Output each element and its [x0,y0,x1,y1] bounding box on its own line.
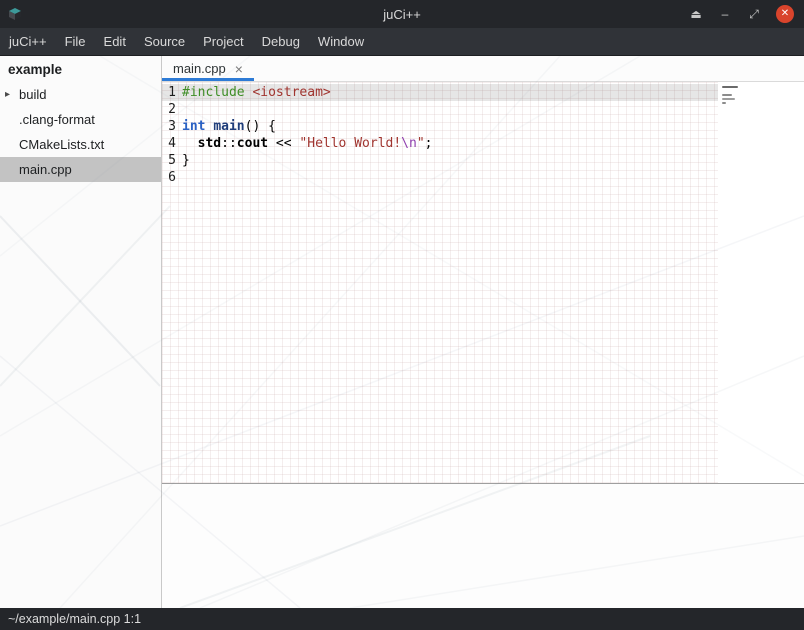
token-pl: ; [425,136,433,151]
code-line[interactable]: 1 #include <iostream> [162,84,718,101]
tree-item-label: build [17,87,46,102]
token-kw: int [182,119,205,134]
code-line[interactable]: 6 [162,169,718,186]
token-str: " [417,136,425,151]
line-number: 1 [162,84,176,101]
minimize-button[interactable]: – [718,5,732,23]
token-str: "Hello World! [299,136,401,151]
menu-file[interactable]: File [56,28,95,56]
code-line[interactable]: 2 [162,101,718,118]
token-ns: cout [237,136,268,151]
tree-item-main-cpp[interactable]: main.cpp [0,157,161,182]
code-text: int main() { [182,118,276,135]
token-pl [182,136,198,151]
token-pl: } [182,153,190,168]
menu-window[interactable]: Window [309,28,373,56]
code-line[interactable]: 4 std::cout << "Hello World!\n"; [162,135,718,152]
output-panel[interactable] [162,484,804,608]
tree-item-label: CMakeLists.txt [17,137,104,152]
token-ns: std [198,136,221,151]
titlebar[interactable]: juCi++ ⏏–⤢ ✕ [0,0,804,28]
statusbar: ~/example/main.cpp 1:1 [0,608,804,630]
window-title: juCi++ [0,7,804,22]
code-editor[interactable]: 1#include <iostream>23int main() {4 std:… [162,82,804,483]
menubar: juCi++FileEditSourceProjectDebugWindow [0,28,804,56]
token-pl: () { [245,119,276,134]
line-number: 4 [162,135,176,152]
menu-debug[interactable]: Debug [253,28,309,56]
token-pp: #include [182,85,245,100]
code-text: std::cout << "Hello World!\n"; [182,135,432,152]
line-number: 6 [162,169,176,186]
minimap-line [722,98,735,100]
code-area[interactable]: 1#include <iostream>23int main() {4 std:… [162,82,718,483]
line-number: 5 [162,152,176,169]
token-inc: <iostream> [252,85,330,100]
tree-item-label: .clang-format [17,112,95,127]
code-line[interactable]: 5} [162,152,718,169]
line-number: 3 [162,118,176,135]
token-pl: :: [221,136,237,151]
restore-button[interactable]: ⤢ [747,5,761,23]
minimap-line [722,86,738,88]
code-lines: 1#include <iostream>23int main() {4 std:… [162,84,718,186]
tree-item-label: main.cpp [17,162,72,177]
statusbar-file-position: ~/example/main.cpp 1:1 [8,612,141,626]
project-root-label: example [0,56,161,82]
code-text: #include <iostream> [182,84,331,101]
code-text: } [182,152,190,169]
menu-juci[interactable]: juCi++ [0,28,56,56]
token-pl: << [268,136,299,151]
token-esc: \n [401,136,417,151]
code-line[interactable]: 3 int main() { [162,118,718,135]
tree-item-cmakelists-txt[interactable]: CMakeLists.txt [0,132,161,157]
menu-edit[interactable]: Edit [95,28,135,56]
menu-project[interactable]: Project [194,28,252,56]
window-controls: ⏏–⤢ ✕ [689,5,804,23]
minimap[interactable] [722,86,750,104]
tab-label: main.cpp [173,61,226,76]
app-logo-icon [7,5,25,23]
eject-button[interactable]: ⏏ [689,5,703,23]
app-window: juCi++ ⏏–⤢✕ juCi++FileEditSourceProjectD… [0,0,804,630]
tabbar: main.cpp × [162,56,804,82]
tab-main-cpp[interactable]: main.cpp × [162,56,254,81]
line-number: 2 [162,101,176,118]
content-area: example ▸build .clang-format CMakeLists.tx… [0,56,804,608]
main-pane: main.cpp × 1 #include <iostream> 23 int mai… [162,56,804,608]
tree-item-build[interactable]: ▸build [0,82,161,107]
expander-icon[interactable]: ▸ [0,89,17,100]
tree-item-clang-format[interactable]: .clang-format [0,107,161,132]
menu-source[interactable]: Source [135,28,194,56]
minimap-line [722,102,726,104]
file-tree: ▸build .clang-format CMakeLists.txt main.cp… [0,82,161,182]
token-fn: main [213,119,244,134]
file-browser-sidebar: example ▸build .clang-format CMakeLists.tx… [0,56,162,608]
tab-close-icon[interactable]: × [235,62,243,76]
minimap-line [722,94,732,96]
close-button[interactable]: ✕ [776,5,794,23]
